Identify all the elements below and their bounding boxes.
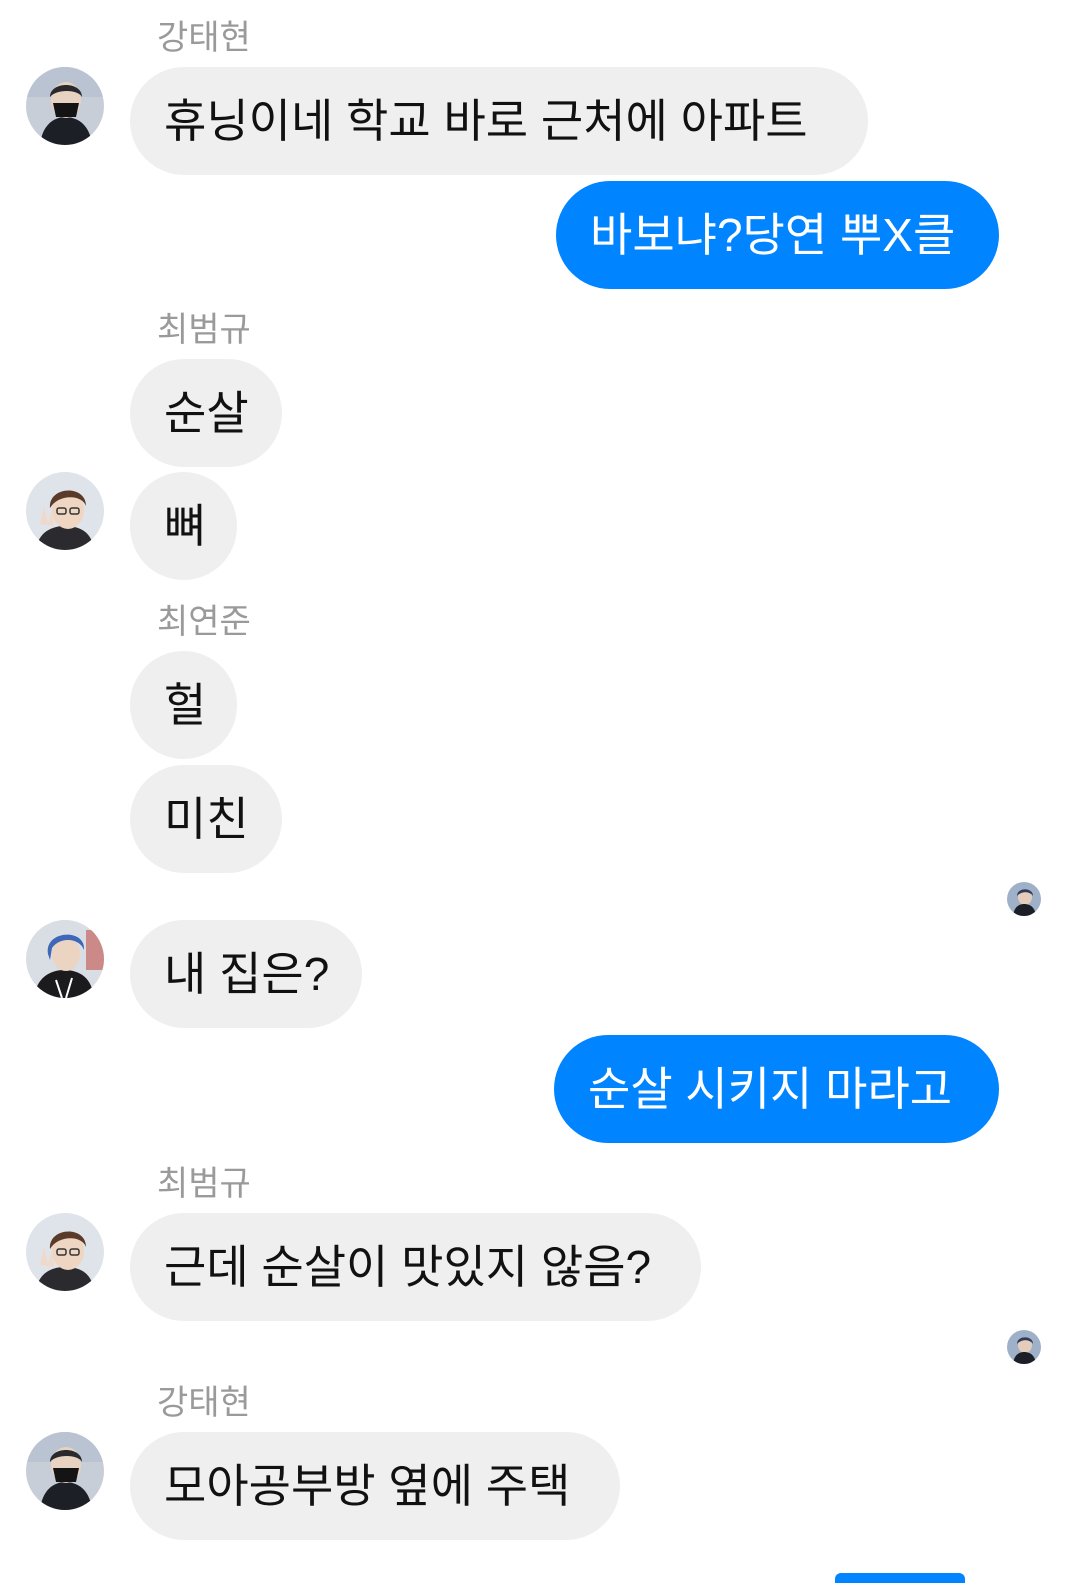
message-bubble-incoming[interactable]: 근데 순살이 맛있지 않음? [130,1213,701,1321]
sender-name: 최범규 [157,1165,251,1203]
message-bubble-outgoing-partial[interactable] [835,1573,965,1583]
person-v-sign-avatar [26,472,104,550]
sender-name: 강태현 [157,1384,251,1422]
chat-thread: 강태현 휴닝이네 학교 바로 근처에 아파트 바보냐?당연 뿌X클 최범규 순살… [0,0,1080,1583]
person-v-sign-avatar [26,1213,104,1291]
sender-name: 최연준 [157,603,251,641]
message-bubble-incoming[interactable]: 모아공부방 옆에 주택 [130,1432,620,1540]
read-receipt-avatar [1007,882,1041,916]
sender-name: 강태현 [157,19,251,57]
message-bubble-outgoing[interactable]: 순살 시키지 마라고 [554,1035,999,1143]
message-bubble-incoming[interactable]: 미친 [130,765,282,873]
message-bubble-incoming[interactable]: 순살 [130,359,282,467]
message-bubble-outgoing[interactable]: 바보냐?당연 뿌X클 [556,181,999,289]
read-receipt-avatar [1007,1330,1041,1364]
message-bubble-incoming[interactable]: 휴닝이네 학교 바로 근처에 아파트 [130,67,868,175]
person-black-mask-avatar [26,67,104,145]
read-receipt-icon [1007,882,1041,916]
message-bubble-incoming[interactable]: 뼈 [130,472,237,580]
sender-name: 최범규 [157,311,251,349]
avatar[interactable] [26,920,104,998]
message-bubble-incoming[interactable]: 헐 [130,651,237,759]
read-receipt-icon [1007,1330,1041,1364]
avatar[interactable] [26,67,104,145]
person-blue-hair-avatar [26,920,104,998]
message-bubble-incoming[interactable]: 내 집은? [130,920,362,1028]
avatar[interactable] [26,1213,104,1291]
person-black-mask-avatar [26,1432,104,1510]
avatar[interactable] [26,1432,104,1510]
avatar[interactable] [26,472,104,550]
